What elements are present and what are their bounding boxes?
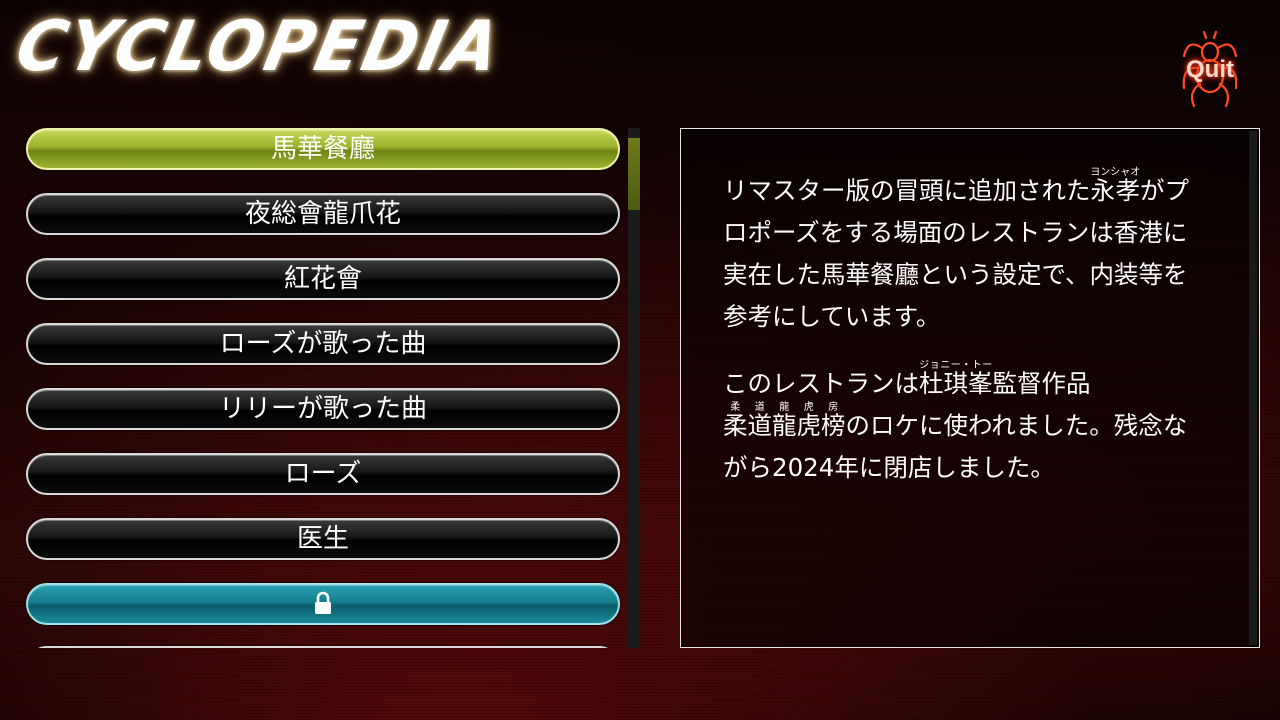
- p1-ruby-reading: ヨンシャオ: [1090, 167, 1141, 178]
- scrollbar-thumb[interactable]: [628, 138, 640, 210]
- list-item-partial[interactable]: [26, 646, 620, 648]
- description-paragraph-1: リマスター版の冒頭に追加された永孝ヨンシャオがプロポーズをする場面のレストランは…: [723, 167, 1203, 338]
- page-title: CYCLOPEDIA: [9, 6, 509, 87]
- p2-ruby1-reading: ジョニー・トー: [919, 360, 993, 371]
- panel-scroll-track: [1249, 131, 1257, 645]
- list-item-mahua-restaurant[interactable]: 馬華餐廳: [26, 128, 620, 170]
- topic-list: 馬華餐廳 夜総會龍爪花 紅花會 ローズが歌った曲 リリーが歌った曲 ローズ 医生: [26, 128, 624, 648]
- description-panel: リマスター版の冒頭に追加された永孝ヨンシャオがプロポーズをする場面のレストランは…: [680, 128, 1260, 648]
- p2-text-b: 監督作品: [992, 369, 1091, 398]
- description-text: リマスター版の冒頭に追加された永孝ヨンシャオがプロポーズをする場面のレストランは…: [723, 167, 1203, 489]
- list-scrollbar[interactable]: [628, 128, 640, 648]
- p2-text-a: このレストランは: [723, 369, 919, 398]
- list-item-doctor[interactable]: 医生: [26, 518, 620, 560]
- list-item-red-flower-society[interactable]: 紅花會: [26, 258, 620, 300]
- list-item-rose[interactable]: ローズ: [26, 453, 620, 495]
- p2-ruby1-base: 杜琪峯: [919, 369, 993, 398]
- list-item-locked[interactable]: [26, 583, 620, 625]
- list-item-lily-songs[interactable]: リリーが歌った曲: [26, 388, 620, 430]
- p2-ruby-film-title: 柔道龍虎榜柔道龍虎房: [723, 403, 846, 441]
- list-item-nightclub[interactable]: 夜総會龍爪花: [26, 193, 620, 235]
- p1-text-a: リマスター版の冒頭に追加された: [723, 176, 1091, 205]
- lock-icon: [315, 591, 331, 614]
- p2-ruby-johnnie-to: 杜琪峯ジョニー・トー: [919, 361, 993, 399]
- quit-label: Quit: [1186, 56, 1234, 83]
- p1-ruby-yongxiao: 永孝ヨンシャオ: [1090, 168, 1141, 206]
- quit-button[interactable]: Quit: [1178, 30, 1242, 108]
- p2-ruby2-base: 柔道龍虎榜: [723, 411, 846, 440]
- description-paragraph-2: このレストランは杜琪峯ジョニー・トー監督作品 柔道龍虎榜柔道龍虎房のロケに使われま…: [723, 360, 1203, 489]
- p2-ruby2-reading: 柔道龍虎房: [723, 402, 846, 413]
- p1-ruby-base: 永孝: [1090, 176, 1141, 205]
- list-item-rose-songs[interactable]: ローズが歌った曲: [26, 323, 620, 365]
